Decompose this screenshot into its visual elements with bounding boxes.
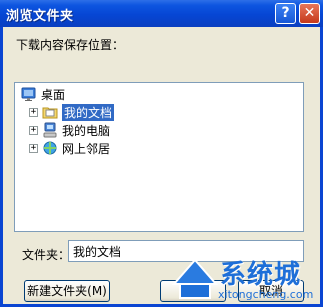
my-computer-icon — [42, 122, 58, 138]
tree-item-network-places[interactable]: + 网上邻居 — [29, 140, 110, 156]
new-folder-button[interactable]: 新建文件夹(M) — [24, 280, 110, 302]
question-mark-icon: ? — [281, 5, 290, 21]
help-button[interactable]: ? — [275, 3, 296, 24]
desktop-icon — [21, 86, 37, 102]
folder-field-label: 文件夹： — [22, 248, 71, 262]
tree-item-desktop[interactable]: 桌面 — [21, 86, 65, 102]
tree-item-label: 网上邻居 — [62, 141, 111, 156]
tree-item-label: 我的电脑 — [62, 123, 111, 138]
expand-icon[interactable]: + — [29, 143, 38, 153]
close-button[interactable]: ✕ — [299, 3, 320, 24]
folder-name-input[interactable] — [68, 240, 304, 262]
tree-item-my-documents[interactable]: + 我的文档 — [29, 103, 115, 121]
window-title: 浏览文件夹 — [6, 9, 74, 24]
expand-icon[interactable]: + — [29, 107, 38, 117]
tree-item-my-computer[interactable]: + 我的电脑 — [29, 122, 110, 138]
title-bar[interactable]: 浏览文件夹 ? ✕ — [0, 0, 323, 27]
tree-item-label: 我的文档 — [62, 103, 115, 121]
cancel-button[interactable]: 取消 — [238, 280, 304, 302]
close-icon: ✕ — [303, 5, 316, 21]
my-documents-icon — [42, 104, 58, 120]
browse-folder-dialog: 浏览文件夹 ? ✕ 下载内容保存位置： 桌面 + 我的文档 + 我的电脑 + 网… — [0, 0, 323, 307]
network-places-icon — [42, 140, 58, 156]
expand-icon[interactable]: + — [29, 125, 38, 135]
tree-item-label: 桌面 — [41, 87, 66, 102]
folder-tree[interactable]: 桌面 + 我的文档 + 我的电脑 + 网上邻居 — [14, 82, 304, 232]
ok-button[interactable]: 确定 — [160, 280, 226, 302]
dialog-prompt: 下载内容保存位置： — [16, 38, 125, 52]
